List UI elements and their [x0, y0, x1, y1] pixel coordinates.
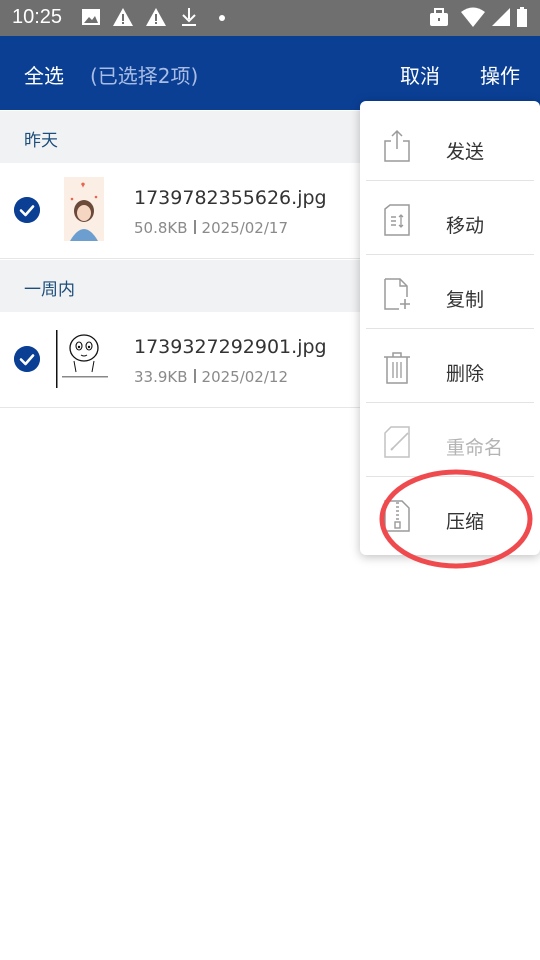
checked-icon[interactable] [14, 197, 40, 223]
meta-divider [193, 220, 196, 234]
menu-item-send[interactable]: 发送 [360, 107, 540, 181]
file-meta: 33.9KB 2025/02/12 [134, 368, 288, 386]
selected-count-label: (已选择2项) [90, 64, 199, 88]
file-date: 2025/02/12 [201, 368, 288, 386]
warning-icon [113, 8, 133, 26]
section-header-label: 昨天 [24, 131, 58, 151]
meta-divider [193, 369, 196, 383]
battery-icon [517, 7, 527, 27]
file-name: 1739327292901.jpg [134, 336, 327, 358]
briefcase-icon [430, 8, 448, 26]
highlight-circle [379, 469, 533, 569]
file-size: 50.8KB [134, 219, 188, 237]
rename-icon [384, 426, 410, 458]
file-thumbnail [56, 326, 112, 390]
menu-item-move[interactable]: 移动 [360, 181, 540, 255]
menu-item-label: 移动 [446, 215, 485, 237]
menu-item-label: 重命名 [446, 437, 504, 459]
file-name: 1739782355626.jpg [134, 187, 327, 209]
file-date: 2025/02/17 [201, 219, 288, 237]
status-bar: 10:25 [0, 0, 540, 36]
menu-item-label: 发送 [446, 141, 485, 163]
image-icon [82, 9, 100, 25]
download-icon [182, 8, 196, 26]
select-all-button[interactable]: 全选 [24, 60, 64, 89]
move-icon [384, 204, 410, 236]
wifi-icon [461, 7, 485, 27]
warning-icon [146, 8, 166, 26]
file-size: 33.9KB [134, 368, 188, 386]
menu-item-delete[interactable]: 删除 [360, 329, 540, 403]
operations-button[interactable]: 操作 [480, 60, 520, 89]
dot-icon [219, 15, 225, 21]
file-thumbnail [64, 177, 104, 241]
menu-item-copy[interactable]: 复制 [360, 255, 540, 329]
status-time: 10:25 [12, 6, 63, 28]
menu-item-label: 复制 [446, 289, 485, 311]
trash-icon [384, 352, 410, 384]
signal-icon [492, 8, 510, 26]
menu-item-label: 删除 [446, 363, 485, 385]
checked-icon[interactable] [14, 346, 40, 372]
cancel-button[interactable]: 取消 [400, 60, 440, 89]
share-icon [384, 129, 410, 162]
app-bar: 全选 (已选择2项) 取消 操作 [0, 36, 540, 110]
file-meta: 50.8KB 2025/02/17 [134, 219, 288, 237]
copy-icon [384, 278, 410, 310]
section-header-label: 一周内 [24, 280, 75, 300]
